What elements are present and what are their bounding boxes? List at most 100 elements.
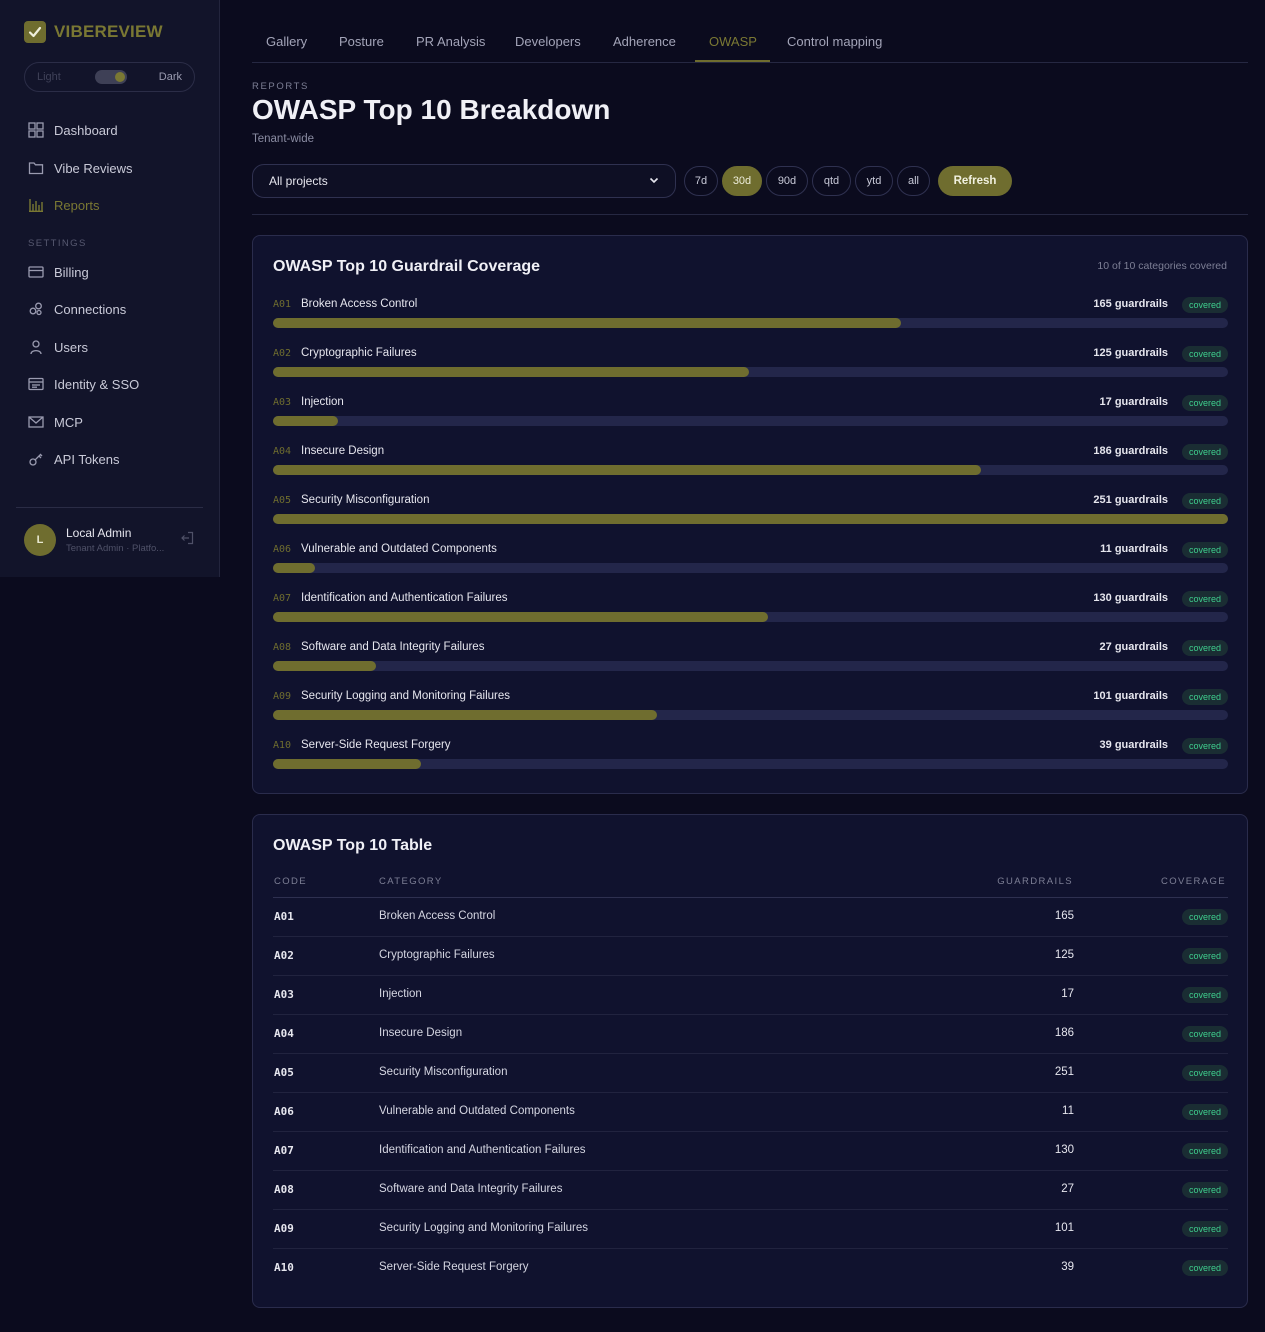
guardrail-count-value: 39 bbox=[1099, 739, 1112, 751]
credit-card-icon bbox=[28, 266, 44, 278]
category-code: A03 bbox=[273, 397, 292, 408]
range-90d-button[interactable]: 90d bbox=[766, 166, 808, 196]
coverage-row: A01 Broken Access Control 165 guardrails co… bbox=[273, 297, 1228, 348]
mail-icon bbox=[28, 416, 44, 428]
coverage-row: A05 Security Misconfiguration 251 guardrai… bbox=[273, 493, 1228, 544]
theme-light-label: Light bbox=[37, 71, 61, 83]
user-name: Local Admin bbox=[66, 526, 132, 540]
range-7d-button[interactable]: 7d bbox=[684, 166, 718, 196]
sidebar-item-vibe-reviews[interactable]: Vibe Reviews bbox=[28, 160, 133, 176]
sidebar-item-mcp[interactable]: MCP bbox=[28, 414, 83, 430]
category-name: Broken Access Control bbox=[301, 298, 418, 310]
range-ytd-button[interactable]: ytd bbox=[855, 166, 893, 196]
coverage-bar-track bbox=[273, 367, 1228, 377]
range-30d-button[interactable]: 30d bbox=[722, 166, 762, 196]
brand-name: VIBEREVIEW bbox=[54, 22, 163, 41]
sidebar-item-dashboard[interactable]: Dashboard bbox=[28, 122, 118, 138]
table-row[interactable]: A08 Software and Data Integrity Failures 2… bbox=[273, 1171, 1228, 1210]
id-card-icon bbox=[28, 377, 44, 391]
owasp-table-card: OWASP Top 10 Table CODE CATEGORY GUARDRA… bbox=[252, 814, 1248, 1308]
guardrail-count: 27 guardrails bbox=[1100, 641, 1169, 653]
sidebar-item-billing[interactable]: Billing bbox=[28, 264, 89, 280]
tab-gallery[interactable]: Gallery bbox=[266, 34, 307, 49]
sidebar-item-label: Identity & SSO bbox=[54, 376, 140, 392]
status-badge: covered bbox=[1181, 1143, 1228, 1159]
coverage-bar-track bbox=[273, 318, 1228, 328]
connections-icon bbox=[29, 302, 42, 316]
guardrail-count: 186 guardrails bbox=[1093, 445, 1168, 457]
cell-guardrails: 130 bbox=[1054, 1144, 1074, 1156]
logout-icon[interactable] bbox=[180, 531, 194, 550]
guardrail-count-suffix: guardrails bbox=[1114, 690, 1168, 702]
tab-control-mapping[interactable]: Control mapping bbox=[787, 34, 882, 49]
coverage-row: A03 Injection 17 guardrails covered bbox=[273, 395, 1228, 446]
range-all-button[interactable]: all bbox=[897, 166, 930, 196]
tab-owasp[interactable]: OWASP bbox=[709, 34, 757, 49]
guardrail-count: 130 guardrails bbox=[1093, 592, 1168, 604]
theme-switch[interactable] bbox=[95, 70, 127, 84]
coverage-row: A08 Software and Data Integrity Failures 2… bbox=[273, 640, 1228, 691]
sidebar-item-api-tokens[interactable]: API Tokens bbox=[28, 451, 120, 467]
theme-toggle[interactable]: Light Dark bbox=[24, 62, 195, 92]
tab-adherence[interactable]: Adherence bbox=[613, 34, 676, 49]
cell-code: A02 bbox=[274, 949, 294, 962]
coverage-bar-track bbox=[273, 465, 1228, 475]
guardrail-count-suffix: guardrails bbox=[1114, 739, 1168, 751]
category-name: Insecure Design bbox=[301, 445, 385, 457]
table-row[interactable]: A06 Vulnerable and Outdated Components 11 c… bbox=[273, 1093, 1228, 1132]
guardrail-count-suffix: guardrails bbox=[1114, 396, 1168, 408]
category-name: Software and Data Integrity Failures bbox=[301, 641, 485, 653]
guardrail-count-suffix: guardrails bbox=[1114, 298, 1168, 310]
coverage-bar-track bbox=[273, 661, 1228, 671]
status-badge: covered bbox=[1181, 444, 1228, 460]
guardrail-count-suffix: guardrails bbox=[1114, 592, 1168, 604]
grid-icon bbox=[28, 122, 44, 138]
tab-posture[interactable]: Posture bbox=[339, 34, 384, 49]
coverage-bar-fill bbox=[273, 710, 658, 720]
cell-category: Security Misconfiguration bbox=[379, 1066, 508, 1078]
coverage-summary: 10 of 10 categories covered bbox=[1097, 260, 1227, 272]
table-row[interactable]: A05 Security Misconfiguration 251 covered bbox=[273, 1054, 1228, 1093]
column-header-guardrails: GUARDRAILS bbox=[997, 876, 1073, 887]
coverage-row: A09 Security Logging and Monitoring Failu… bbox=[273, 689, 1228, 740]
table-row[interactable]: A09 Security Logging and Monitoring Failu… bbox=[273, 1210, 1228, 1249]
table-row[interactable]: A03 Injection 17 covered bbox=[273, 976, 1228, 1015]
category-name: Security Logging and Monitoring Failures bbox=[301, 690, 511, 702]
cell-category: Security Logging and Monitoring Failures bbox=[379, 1222, 589, 1234]
table-row[interactable]: A07 Identification and Authentication Fai… bbox=[273, 1132, 1228, 1171]
table-row[interactable]: A02 Cryptographic Failures 125 covered bbox=[273, 937, 1228, 976]
sidebar-item-users[interactable]: Users bbox=[28, 339, 88, 355]
sidebar-item-label: Connections bbox=[54, 301, 127, 317]
guardrail-count: 39 guardrails bbox=[1100, 739, 1169, 751]
sidebar-item-label: API Tokens bbox=[54, 451, 120, 467]
brand[interactable]: VIBEREVIEW bbox=[24, 21, 163, 43]
status-badge: covered bbox=[1181, 1104, 1228, 1120]
guardrail-count-value: 186 bbox=[1093, 445, 1112, 457]
category-name: Injection bbox=[301, 396, 344, 408]
cell-guardrails: 165 bbox=[1054, 910, 1074, 922]
coverage-bar-fill bbox=[273, 759, 422, 769]
range-qtd-button[interactable]: qtd bbox=[812, 166, 851, 196]
guardrail-count-suffix: guardrails bbox=[1114, 543, 1168, 555]
sidebar-item-reports[interactable]: Reports bbox=[28, 197, 100, 213]
table-row[interactable]: A10 Server-Side Request Forgery 39 covered bbox=[273, 1249, 1228, 1288]
table-row[interactable]: A04 Insecure Design 186 covered bbox=[273, 1015, 1228, 1054]
table-row[interactable]: A01 Broken Access Control 165 covered bbox=[273, 898, 1228, 937]
cell-code: A05 bbox=[274, 1066, 294, 1079]
avatar[interactable]: L bbox=[24, 524, 56, 556]
sidebar-item-identity-sso[interactable]: Identity & SSO bbox=[28, 376, 139, 392]
coverage-row: A04 Insecure Design 186 guardrails covered bbox=[273, 444, 1228, 495]
settings-section-label: SETTINGS bbox=[28, 238, 87, 249]
guardrail-count-value: 17 bbox=[1099, 396, 1112, 408]
coverage-bar-track bbox=[273, 563, 1228, 573]
sidebar-divider bbox=[16, 507, 203, 508]
guardrail-count-value: 125 bbox=[1093, 347, 1112, 359]
coverage-bar-fill bbox=[273, 367, 749, 377]
category-name: Server-Side Request Forgery bbox=[301, 739, 451, 751]
project-select[interactable]: All projects bbox=[252, 164, 676, 198]
tab-developers[interactable]: Developers bbox=[515, 34, 581, 49]
refresh-button[interactable]: Refresh bbox=[938, 166, 1012, 196]
tab-pr-analysis[interactable]: PR Analysis bbox=[416, 34, 485, 49]
guardrail-count-value: 130 bbox=[1093, 592, 1112, 604]
sidebar-item-connections[interactable]: Connections bbox=[28, 301, 126, 317]
